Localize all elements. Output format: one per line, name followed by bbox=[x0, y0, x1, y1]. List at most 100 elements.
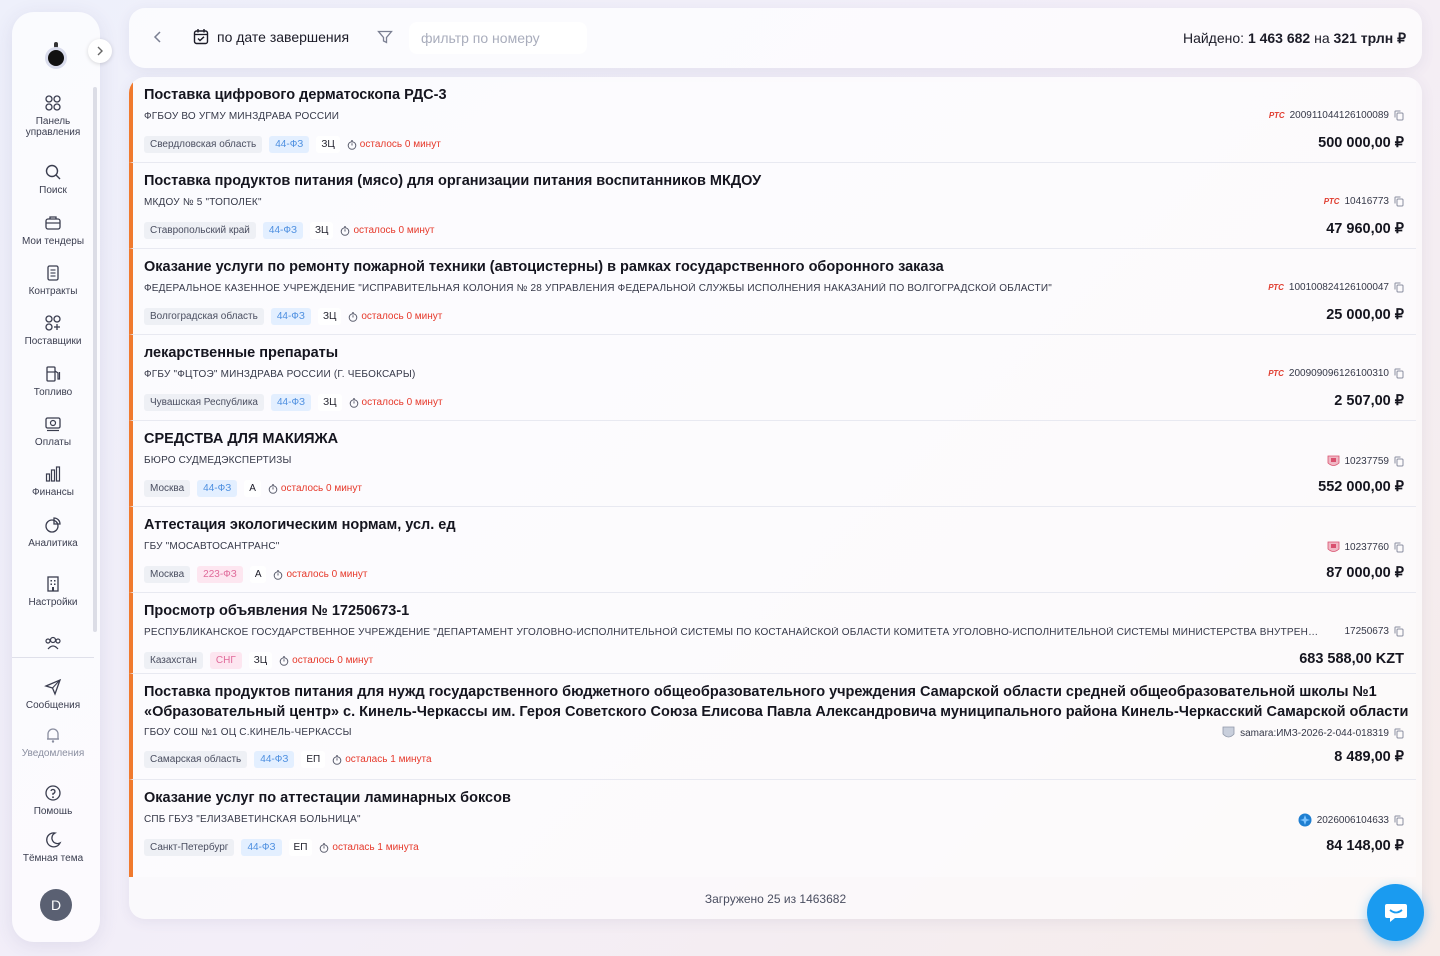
sidebar-item-search[interactable]: Поиск bbox=[12, 163, 94, 196]
sidebar-item-finance[interactable]: Финансы bbox=[12, 465, 94, 498]
tender-title[interactable]: лекарственные препараты bbox=[144, 343, 338, 363]
tender-row[interactable]: Поставка цифрового дерматоскопа РДС-3 ФГБ… bbox=[129, 77, 1416, 163]
sidebar-item-label: Контракты bbox=[28, 286, 78, 297]
building-icon bbox=[47, 576, 59, 592]
tender-list[interactable]: Поставка цифрового дерматоскопа РДС-3 ФГБ… bbox=[129, 77, 1416, 877]
tender-row[interactable]: Поставка продуктов питания (мясо) для ор… bbox=[129, 163, 1416, 249]
spb-emblem-icon bbox=[1298, 813, 1312, 827]
payments-icon bbox=[45, 417, 61, 432]
sidebar-item-suppliers[interactable]: Поставщики bbox=[12, 314, 94, 347]
tender-row[interactable]: Оказание услуги по ремонту пожарной техн… bbox=[129, 249, 1416, 335]
tender-price: 500 000,00 ₽ bbox=[1318, 135, 1404, 151]
sidebar-item-payments[interactable]: Оплаты bbox=[12, 415, 94, 448]
procedure-type-tag: ЗЦ bbox=[317, 308, 342, 325]
tender-title[interactable]: Аттестация экологическим нормам, усл. ед bbox=[144, 515, 456, 535]
filter-button[interactable] bbox=[377, 29, 393, 50]
logo[interactable] bbox=[42, 42, 70, 70]
sidebar-item-settings[interactable]: Настройки bbox=[12, 575, 94, 608]
loaded-status: Загружено 25 из 1463682 bbox=[704, 892, 847, 906]
tender-title[interactable]: Поставка продуктов питания для нужд госу… bbox=[144, 682, 1408, 722]
sidebar-item-analytics[interactable]: Аналитика bbox=[12, 516, 94, 549]
tender-tags: Санкт-Петербург 44-ФЗ ЕП осталась 1 минута bbox=[144, 839, 419, 856]
copy-icon[interactable] bbox=[1394, 368, 1404, 379]
pie-chart-icon bbox=[45, 517, 61, 533]
tender-title-line: лекарственные препараты bbox=[144, 345, 339, 361]
tender-title-line: Оказание услуг по аттестации ламинарных … bbox=[144, 790, 511, 806]
tender-row[interactable]: Оказание услуг по аттестации ламинарных … bbox=[129, 780, 1416, 877]
back-button[interactable] bbox=[151, 29, 165, 50]
procedure-type-tag: А bbox=[249, 566, 267, 583]
law-tag: 44-ФЗ bbox=[262, 222, 304, 239]
registry-number-text: 10237760 bbox=[1344, 541, 1390, 553]
law-tag: 223-ФЗ bbox=[197, 566, 243, 583]
platform-logo: РТС bbox=[1268, 283, 1284, 292]
sidebar-item-label: Мои тендеры bbox=[21, 236, 85, 247]
region-tag: Чувашская Республика bbox=[144, 394, 264, 411]
registry-number[interactable]: 2026006104633 bbox=[1298, 813, 1404, 827]
sidebar-item-my-tenders[interactable]: Мои тендеры bbox=[12, 214, 94, 247]
tender-row[interactable]: Аттестация экологическим нормам, усл. ед… bbox=[129, 507, 1416, 593]
registry-number[interactable]: РТС 200909096126100310 bbox=[1268, 368, 1404, 379]
law-tag: 44-ФЗ bbox=[241, 839, 282, 856]
sidebar-item-notifications[interactable]: Уведомления bbox=[12, 726, 94, 766]
registry-number[interactable]: РТС 200911044126100089 bbox=[1269, 110, 1404, 121]
tender-title[interactable]: Поставка цифрового дерматоскопа РДС-3 bbox=[144, 85, 447, 105]
registry-number-text: 200911044126100089 bbox=[1289, 110, 1389, 121]
tender-title[interactable]: Оказание услуги по ремонту пожарной техн… bbox=[144, 257, 944, 277]
time-left: осталось 0 минут bbox=[349, 397, 443, 408]
tender-row[interactable]: Поставка продуктов питания для нужд госу… bbox=[129, 674, 1416, 780]
tender-row[interactable]: Просмотр объявления № 17250673-1 РЕСПУБЛИ… bbox=[129, 593, 1416, 674]
procedure-type-tag: ЗЦ bbox=[318, 394, 342, 411]
procedure-type-tag: ЗЦ bbox=[310, 222, 334, 239]
sidebar-item-help[interactable]: Помощь bbox=[12, 784, 94, 814]
copy-icon[interactable] bbox=[1394, 110, 1404, 121]
copy-icon[interactable] bbox=[1394, 456, 1404, 467]
copy-icon[interactable] bbox=[1394, 542, 1404, 553]
copy-icon[interactable] bbox=[1394, 196, 1404, 207]
chat-button[interactable] bbox=[1367, 884, 1424, 941]
expand-sidebar-button[interactable] bbox=[88, 39, 112, 63]
customer-name: ГБОУ СОШ №1 ОЦ С.КИНЕЛЬ-ЧЕРКАССЫ bbox=[144, 727, 352, 738]
sidebar-item-fuel[interactable]: Топливо bbox=[12, 365, 94, 398]
tender-row[interactable]: СРЕДСТВА ДЛЯ МАКИЯЖА БЮРО СУДМЕДЭКСПЕРТИЗ… bbox=[129, 421, 1416, 507]
sort-label: по дате завершения bbox=[217, 28, 350, 45]
number-filter-input[interactable] bbox=[409, 22, 587, 54]
bar-chart-icon bbox=[45, 466, 61, 482]
sidebar: Панель управления Поиск Мои тендеры Конт… bbox=[12, 12, 112, 942]
sidebar-item-messages[interactable]: Сообщения bbox=[12, 678, 94, 711]
copy-icon[interactable] bbox=[1394, 728, 1404, 739]
found-summary: Найдено: 1 463 682 на 321 трлн ₽ bbox=[1183, 30, 1406, 47]
sidebar-item-label: Настройки bbox=[28, 597, 78, 608]
tender-title[interactable]: Поставка продуктов питания (мясо) для ор… bbox=[144, 171, 761, 191]
avatar-letter: D bbox=[50, 897, 62, 913]
registry-number[interactable]: РТС 100100824126100047 bbox=[1268, 282, 1404, 293]
registry-number[interactable]: 10237760 bbox=[1327, 540, 1405, 554]
copy-icon[interactable] bbox=[1394, 626, 1404, 637]
customer-name: БЮРО СУДМЕДЭКСПЕРТИЗЫ bbox=[144, 455, 292, 466]
tender-title[interactable]: Просмотр объявления № 17250673-1 bbox=[144, 601, 409, 621]
tender-list-panel: Поставка цифрового дерматоскопа РДС-3 ФГБ… bbox=[129, 77, 1422, 919]
registry-number[interactable]: РТС 10416773 bbox=[1324, 196, 1404, 207]
tender-title[interactable]: СРЕДСТВА ДЛЯ МАКИЯЖА bbox=[144, 429, 338, 449]
send-icon bbox=[44, 678, 62, 696]
timer-icon bbox=[341, 225, 350, 236]
sidebar-item-dashboard[interactable]: Панель управления bbox=[12, 94, 94, 138]
registry-number[interactable]: samara:ИМЗ-2026-2-044-018319 bbox=[1222, 726, 1404, 740]
copy-icon[interactable] bbox=[1394, 282, 1404, 293]
sort-button[interactable]: по дате завершения bbox=[193, 28, 349, 45]
avatar[interactable]: D bbox=[40, 889, 72, 921]
procedure-type-tag: ЗЦ bbox=[316, 136, 340, 153]
registry-number[interactable]: 10237759 bbox=[1327, 454, 1405, 468]
help-icon bbox=[45, 785, 61, 801]
time-left-text: осталось 0 минут bbox=[361, 311, 443, 322]
sidebar-item-contracts[interactable]: Контракты bbox=[12, 264, 94, 297]
timer-icon bbox=[320, 842, 329, 853]
sidebar-item-team[interactable] bbox=[12, 634, 94, 656]
time-left-text: осталось 0 минут bbox=[280, 483, 362, 494]
documents-icon bbox=[47, 265, 59, 281]
registry-number[interactable]: 17250673 bbox=[1345, 626, 1405, 637]
tender-row[interactable]: лекарственные препараты ФГБУ "ФЦТОЭ" МИНЗ… bbox=[129, 335, 1416, 421]
tender-title[interactable]: Оказание услуг по аттестации ламинарных … bbox=[144, 788, 511, 808]
sidebar-item-dark-theme[interactable]: Тёмная тема bbox=[12, 831, 94, 869]
copy-icon[interactable] bbox=[1394, 815, 1404, 826]
